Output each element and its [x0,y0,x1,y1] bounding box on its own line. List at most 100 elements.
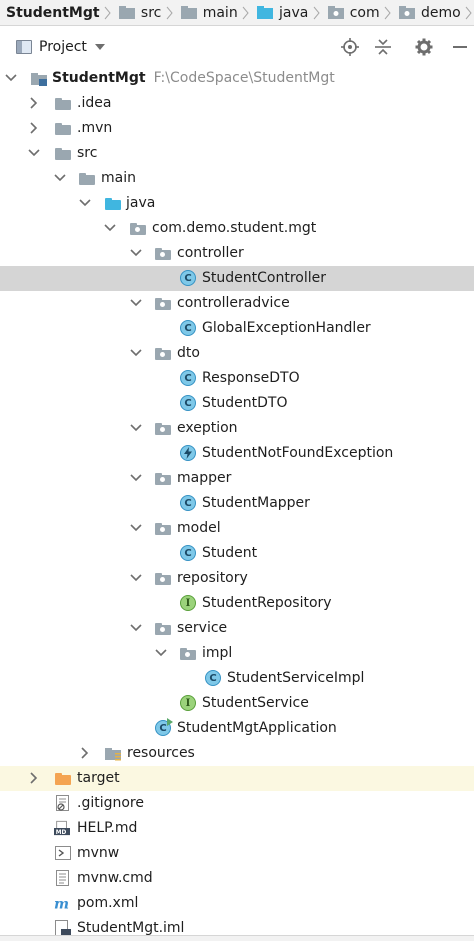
tree-node-help[interactable]: MD HELP.md [0,816,474,841]
breadcrumb-label: demo [420,4,461,21]
project-pane-icon [16,40,32,54]
package-icon [327,6,344,19]
tree-label: mapper [177,470,232,486]
breadcrumb-item-studentmgt[interactable]: StudentMgt [0,0,103,25]
chevron-right-icon [311,0,321,25]
tree-node-java[interactable]: java [0,191,474,216]
tree-node-src[interactable]: src [0,141,474,166]
tree-node-mapper[interactable]: mapper [0,466,474,491]
chevron-down-icon [94,44,105,50]
breadcrumb-label: com [349,4,380,21]
chevron-right-icon[interactable] [28,97,40,109]
tree-node-root[interactable]: StudentMgt F:\CodeSpace\StudentMgt [0,66,474,91]
locate-file-button[interactable] [339,36,361,58]
tree-node-studentrepository[interactable]: I StudentRepository [0,591,474,616]
tree-node-studentservice[interactable]: I StudentService [0,691,474,716]
tree-node-studentnotfoundexception[interactable]: StudentNotFoundException [0,441,474,466]
tree-node-controlleradvice[interactable]: controlleradvice [0,291,474,316]
root-name: StudentMgt [52,70,146,86]
tree-node-model[interactable]: model [0,516,474,541]
breadcrumb-item-main[interactable]: main [175,0,241,25]
breadcrumb-item-src[interactable]: src [113,0,164,25]
tree-label: StudentMgt F:\CodeSpace\StudentMgt [52,69,335,87]
class-icon: C [180,320,196,336]
tree-node-mvn[interactable]: .mvn [0,116,474,141]
tree-label: target [77,770,120,786]
tree-node-studentserviceimpl[interactable]: C StudentServiceImpl [0,666,474,691]
tree-label: StudentRepository [202,595,332,611]
tree-label: StudentServiceImpl [227,670,365,686]
chevron-right-icon[interactable] [28,772,40,784]
tree-node-studentmgtapplication[interactable]: C StudentMgtApplication [0,716,474,741]
class-icon: C [205,670,221,686]
tree-node-gitignore[interactable]: .gitignore [0,791,474,816]
tree-node-studentcontroller[interactable]: C StudentController [0,266,474,291]
tree-node-dto[interactable]: dto [0,341,474,366]
tree-node-responsedto[interactable]: C ResponseDTO [0,366,474,391]
tree-node-student[interactable]: C Student [0,541,474,566]
package-icon [155,423,171,435]
chevron-right-icon[interactable] [79,747,91,759]
chevron-right-icon[interactable] [28,122,40,134]
package-icon [155,623,171,635]
tree-label: StudentDTO [202,395,288,411]
tree-label: exeption [177,420,238,436]
package-icon [155,298,171,310]
tree-node-main[interactable]: main [0,166,474,191]
chevron-down-icon[interactable] [104,222,116,234]
class-icon: C [180,370,196,386]
chevron-down-icon[interactable] [130,522,142,534]
chevron-down-icon[interactable] [130,622,142,634]
package-icon [155,248,171,260]
chevron-down-icon[interactable] [130,472,142,484]
chevron-down-icon[interactable] [130,297,142,309]
settings-button[interactable] [413,36,435,58]
tree-node-impl[interactable]: impl [0,641,474,666]
breadcrumb-item-demo[interactable]: demo [393,0,464,25]
tree-node-pom[interactable]: m pom.xml [0,891,474,916]
chevron-down-icon[interactable] [54,172,66,184]
tree-node-target[interactable]: target [0,766,474,791]
chevron-down-icon[interactable] [155,647,167,659]
breadcrumb-label: java [279,4,309,21]
tree-node-service[interactable]: service [0,616,474,641]
package-icon [130,223,146,235]
chevron-down-icon[interactable] [5,72,17,84]
tree-node-mvnw[interactable]: mvnw [0,841,474,866]
tree-node-package[interactable]: com.demo.student.mgt [0,216,474,241]
chevron-right-icon [164,0,174,25]
breadcrumb-item-com[interactable]: com [322,0,383,25]
tree-node-controller[interactable]: controller [0,241,474,266]
tree-node-studentdto[interactable]: C StudentDTO [0,391,474,416]
chevron-down-icon[interactable] [79,197,91,209]
breadcrumb-label: src [140,4,162,21]
tree-node-resources[interactable]: resources [0,741,474,766]
collapse-all-button[interactable] [372,36,394,58]
chevron-down-icon[interactable] [130,247,142,259]
tree-node-repository[interactable]: repository [0,566,474,591]
breadcrumb-item-java[interactable]: java [251,0,311,25]
tree-node-exeption[interactable]: exeption [0,416,474,441]
exception-class-icon [180,445,196,461]
tree-node-mvnw-cmd[interactable]: mvnw.cmd [0,866,474,891]
chevron-down-icon[interactable] [130,422,142,434]
tree-node-idea[interactable]: .idea [0,91,474,116]
view-selector-dropdown[interactable]: Project [12,34,109,60]
run-badge-icon [167,718,173,726]
module-folder-icon [31,73,47,86]
chevron-down-icon[interactable] [130,572,142,584]
text-file-icon [56,870,69,886]
tree-label: model [177,520,221,536]
tree-label: Student [202,545,258,561]
tree-label: service [177,620,228,636]
tree-node-globalexceptionhandler[interactable]: C GlobalExceptionHandler [0,316,474,341]
svg-text:MD: MD [56,830,67,836]
svg-text:m: m [54,896,69,911]
project-tree[interactable]: StudentMgt F:\CodeSpace\StudentMgt .idea … [0,66,474,941]
chevron-right-icon [383,0,393,25]
hide-panel-button[interactable] [448,36,470,58]
tree-node-studentmapper[interactable]: C StudentMapper [0,491,474,516]
chevron-down-icon[interactable] [130,347,142,359]
source-folder-icon [257,6,274,19]
chevron-down-icon[interactable] [28,147,40,159]
